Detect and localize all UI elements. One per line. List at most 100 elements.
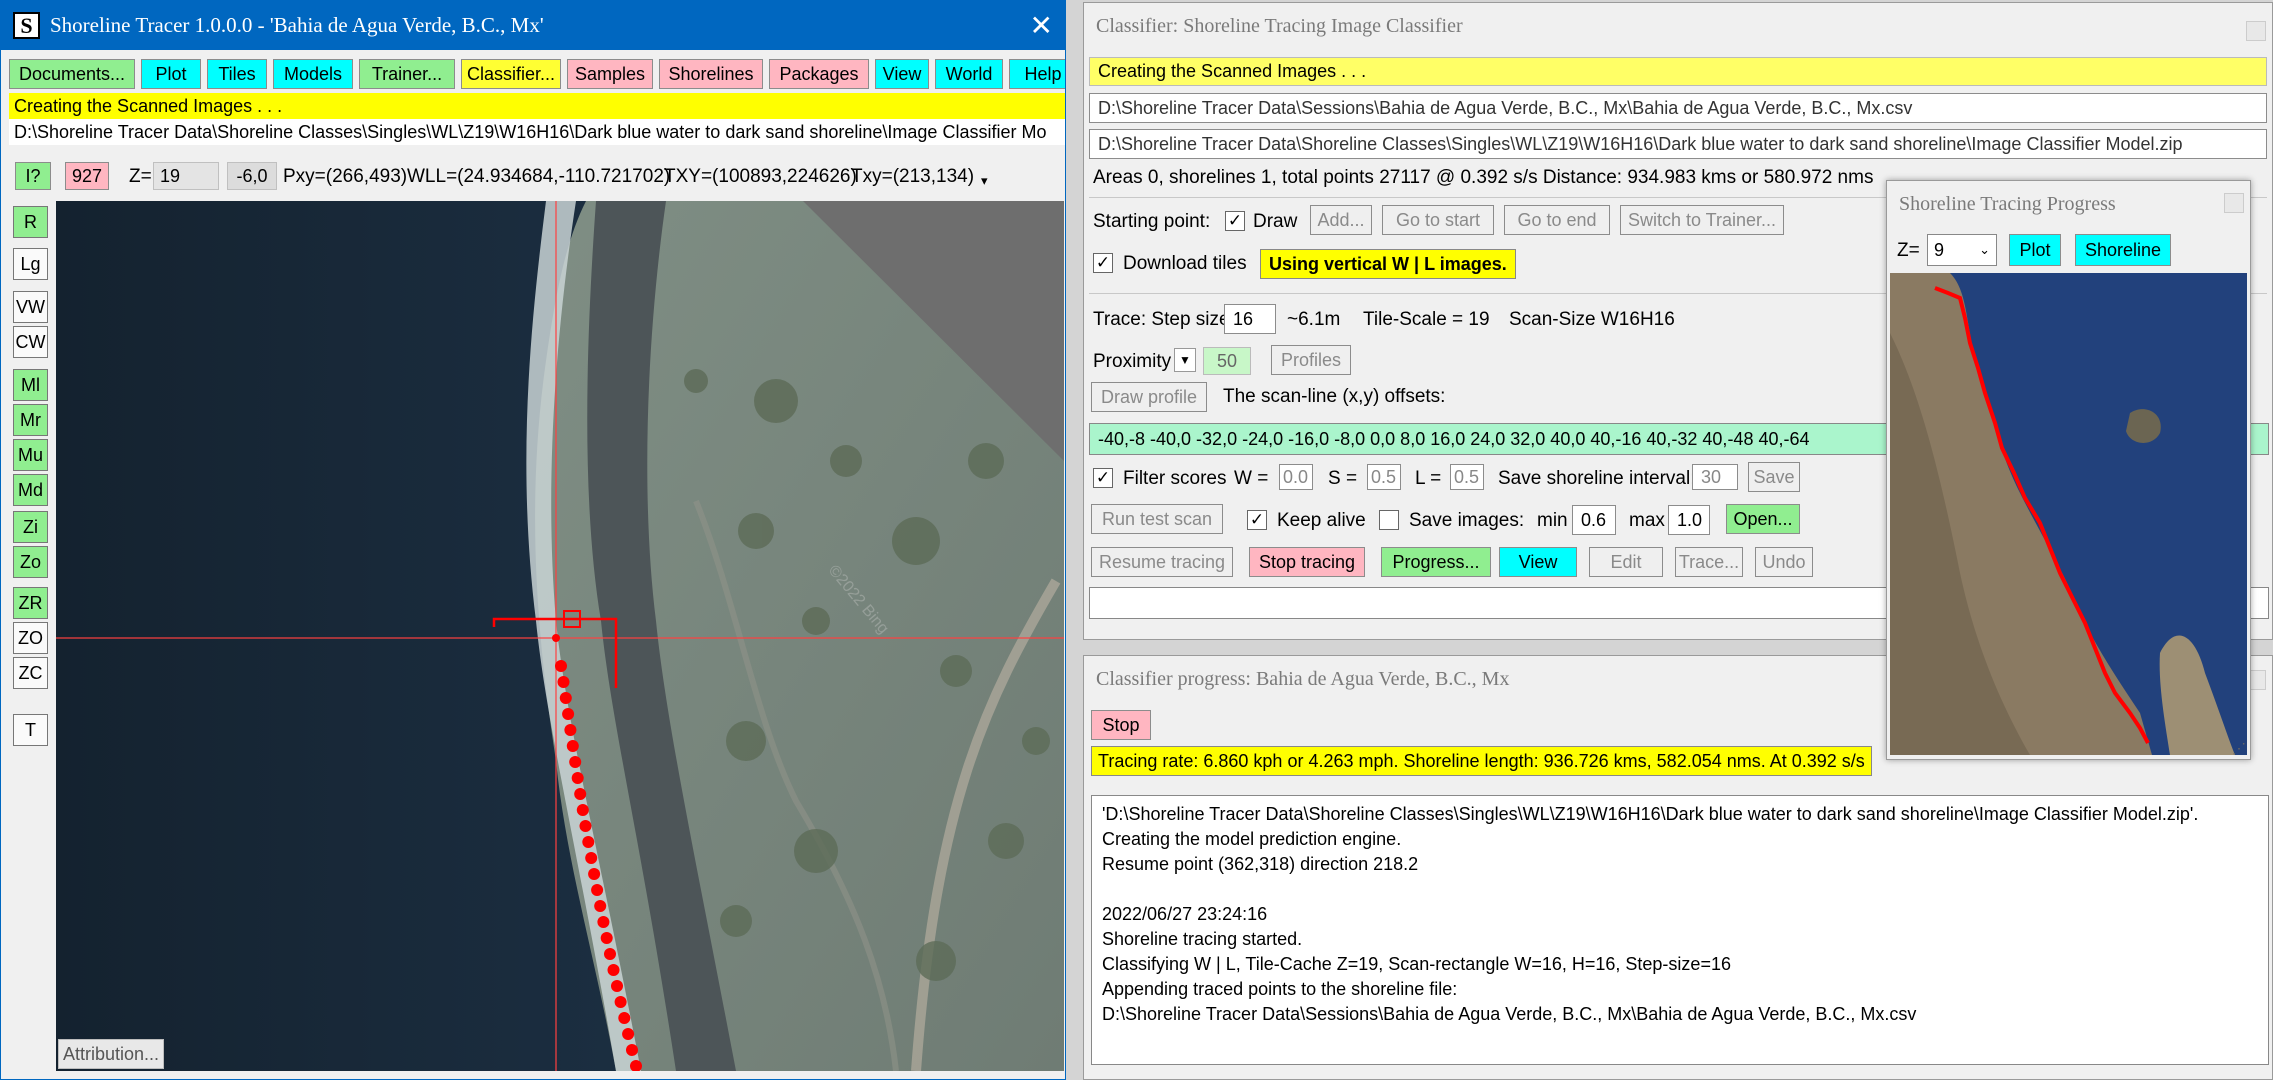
view-button[interactable]: View [1499,547,1577,577]
classifier-titlebar[interactable]: Classifier: Shoreline Tracing Image Clas… [1084,3,2272,50]
window-title: Shoreline Tracer 1.0.0.0 - 'Bahia de Agu… [50,13,544,37]
wll-readout: WLL=(24.934684,-110.721702) [407,166,671,187]
offsets-label: The scan-line (x,y) offsets: [1223,386,1446,407]
side-button-mu[interactable]: Mu [13,439,48,471]
tp-zoom-label: Z= [1897,240,1920,261]
side-button-zo[interactable]: ZO [13,622,48,654]
go-to-start-button[interactable]: Go to start [1382,205,1494,235]
s-field[interactable]: 0.5 [1367,464,1401,490]
model-path-field[interactable]: D:\Shoreline Tracer Data\Shoreline Class… [1089,129,2267,159]
side-button-zr[interactable]: ZR [13,587,48,619]
txy-lower-readout: Txy=(213,134) [851,166,975,187]
resume-tracing-button[interactable]: Resume tracing [1091,547,1233,577]
l-field[interactable]: 0.5 [1450,464,1484,490]
trace-step-label: Trace: Step size [1093,309,1230,330]
run-test-scan-button[interactable]: Run test scan [1091,504,1223,534]
min-label: min [1537,510,1568,531]
add-button[interactable]: Add... [1310,205,1372,235]
menu-trainer[interactable]: Trainer... [359,59,455,89]
menu-classifier[interactable]: Classifier... [461,59,561,89]
tracing-progress-titlebar[interactable]: Shoreline Tracing Progress [1887,181,2250,227]
edit-button[interactable]: Edit [1589,547,1663,577]
dropdown-arrow-icon[interactable]: ▾ [981,173,988,189]
app-icon: S [13,12,40,39]
menu-packages[interactable]: Packages [769,59,869,89]
side-button-lg[interactable]: Lg [13,248,48,280]
main-titlebar[interactable]: S Shoreline Tracer 1.0.0.0 - 'Bahia de A… [1,1,1065,50]
max-field[interactable]: 1.0 [1668,505,1710,535]
session-path-field[interactable]: D:\Shoreline Tracer Data\Sessions\Bahia … [1089,93,2267,123]
restore-icon[interactable] [2246,21,2266,41]
side-button-zc[interactable]: ZC [13,657,48,689]
open-button[interactable]: Open... [1726,504,1800,534]
menu-documents[interactable]: Documents... [9,59,135,89]
overview-map[interactable] [1890,273,2247,755]
side-button-r[interactable]: R [13,206,48,238]
log-line: 'D:\Shoreline Tracer Data\Shoreline Clas… [1102,804,2199,824]
keep-alive-label: Keep alive [1277,510,1366,531]
download-tiles-checkbox[interactable]: ✓ [1093,253,1113,273]
zoom-field[interactable]: 19 [153,162,219,190]
tp-shoreline-button[interactable]: Shoreline [2075,234,2171,266]
tp-zoom-select[interactable]: 9 ⌄ [1927,234,1997,266]
log-line: 2022/06/27 23:24:16 [1102,904,1268,924]
trace-point [604,948,616,960]
trace-point [574,788,587,800]
draw-checkbox[interactable]: ✓ [1225,211,1245,231]
proximity-dropdown[interactable]: ▼ [1174,348,1196,372]
filter-scores-checkbox[interactable]: ✓ [1093,468,1113,488]
menu-world[interactable]: World [935,59,1003,89]
trace-point [566,740,579,752]
menu-plot[interactable]: Plot [141,59,201,89]
step-size-field[interactable]: 16 [1224,304,1276,334]
progress-button[interactable]: Progress... [1381,547,1491,577]
close-icon[interactable]: ✕ [1030,9,1053,42]
w-field[interactable]: 0.0 [1279,464,1313,490]
side-button-zi[interactable]: Zi [13,511,48,543]
trace-point [585,852,598,864]
tp-plot-button[interactable]: Plot [2009,234,2061,266]
trace-button[interactable]: Trace... [1675,547,1743,577]
profiles-button[interactable]: Profiles [1271,345,1351,375]
save-button[interactable]: Save [1748,462,1800,492]
side-button-vw[interactable]: VW [13,291,48,323]
draw-profile-button[interactable]: Draw profile [1091,382,1207,412]
menu-tiles[interactable]: Tiles [207,59,267,89]
side-button-md[interactable]: Md [13,474,48,506]
progress-log[interactable]: 'D:\Shoreline Tracer Data\Shoreline Clas… [1091,795,2269,1065]
satellite-map[interactable]: ©2022 Bing Attribution... [56,201,1064,1071]
overview-island [2126,409,2161,443]
undo-button[interactable]: Undo [1755,547,1813,577]
tracing-progress-window: Shoreline Tracing Progress Z= 9 ⌄ Plot S… [1886,180,2251,760]
tracing-close-icon[interactable] [2224,193,2244,213]
info-button[interactable]: I? [15,162,51,190]
trace-point [569,756,582,768]
menu-view[interactable]: View [875,59,929,89]
switch-to-trainer-button[interactable]: Switch to Trainer... [1620,205,1784,235]
side-button-t[interactable]: T [13,714,48,746]
txy-upper-readout: TXY=(100893,224626) [664,166,857,187]
save-images-checkbox[interactable] [1379,510,1399,530]
menu-help[interactable]: Help [1009,59,1065,89]
trace-point [611,980,623,992]
log-line: Classifying W | L, Tile-Cache Z=19, Scan… [1102,954,1731,974]
side-button-ml[interactable]: Ml [13,369,48,401]
keep-alive-checkbox[interactable]: ✓ [1247,510,1267,530]
proximity-field[interactable]: 50 [1203,347,1251,375]
min-field[interactable]: 0.6 [1572,505,1616,535]
side-button-cw[interactable]: CW [13,326,48,358]
side-button-zo[interactable]: Zo [13,546,48,578]
resize-grip-icon[interactable]: ⋰ [2232,740,2246,757]
menu-models[interactable]: Models [273,59,353,89]
stop-button[interactable]: Stop [1091,710,1151,740]
stop-tracing-button[interactable]: Stop tracing [1249,547,1365,577]
zoom-label: Z= [129,166,152,187]
menu-samples[interactable]: Samples [567,59,653,89]
go-to-end-button[interactable]: Go to end [1504,205,1610,235]
menu-shorelines[interactable]: Shorelines [659,59,763,89]
attribution-button[interactable]: Attribution... [58,1039,165,1069]
side-button-mr[interactable]: Mr [13,404,48,436]
save-interval-field[interactable]: 30 [1692,464,1738,490]
draw-label: Draw [1253,211,1298,232]
l-label: L = [1415,468,1442,489]
